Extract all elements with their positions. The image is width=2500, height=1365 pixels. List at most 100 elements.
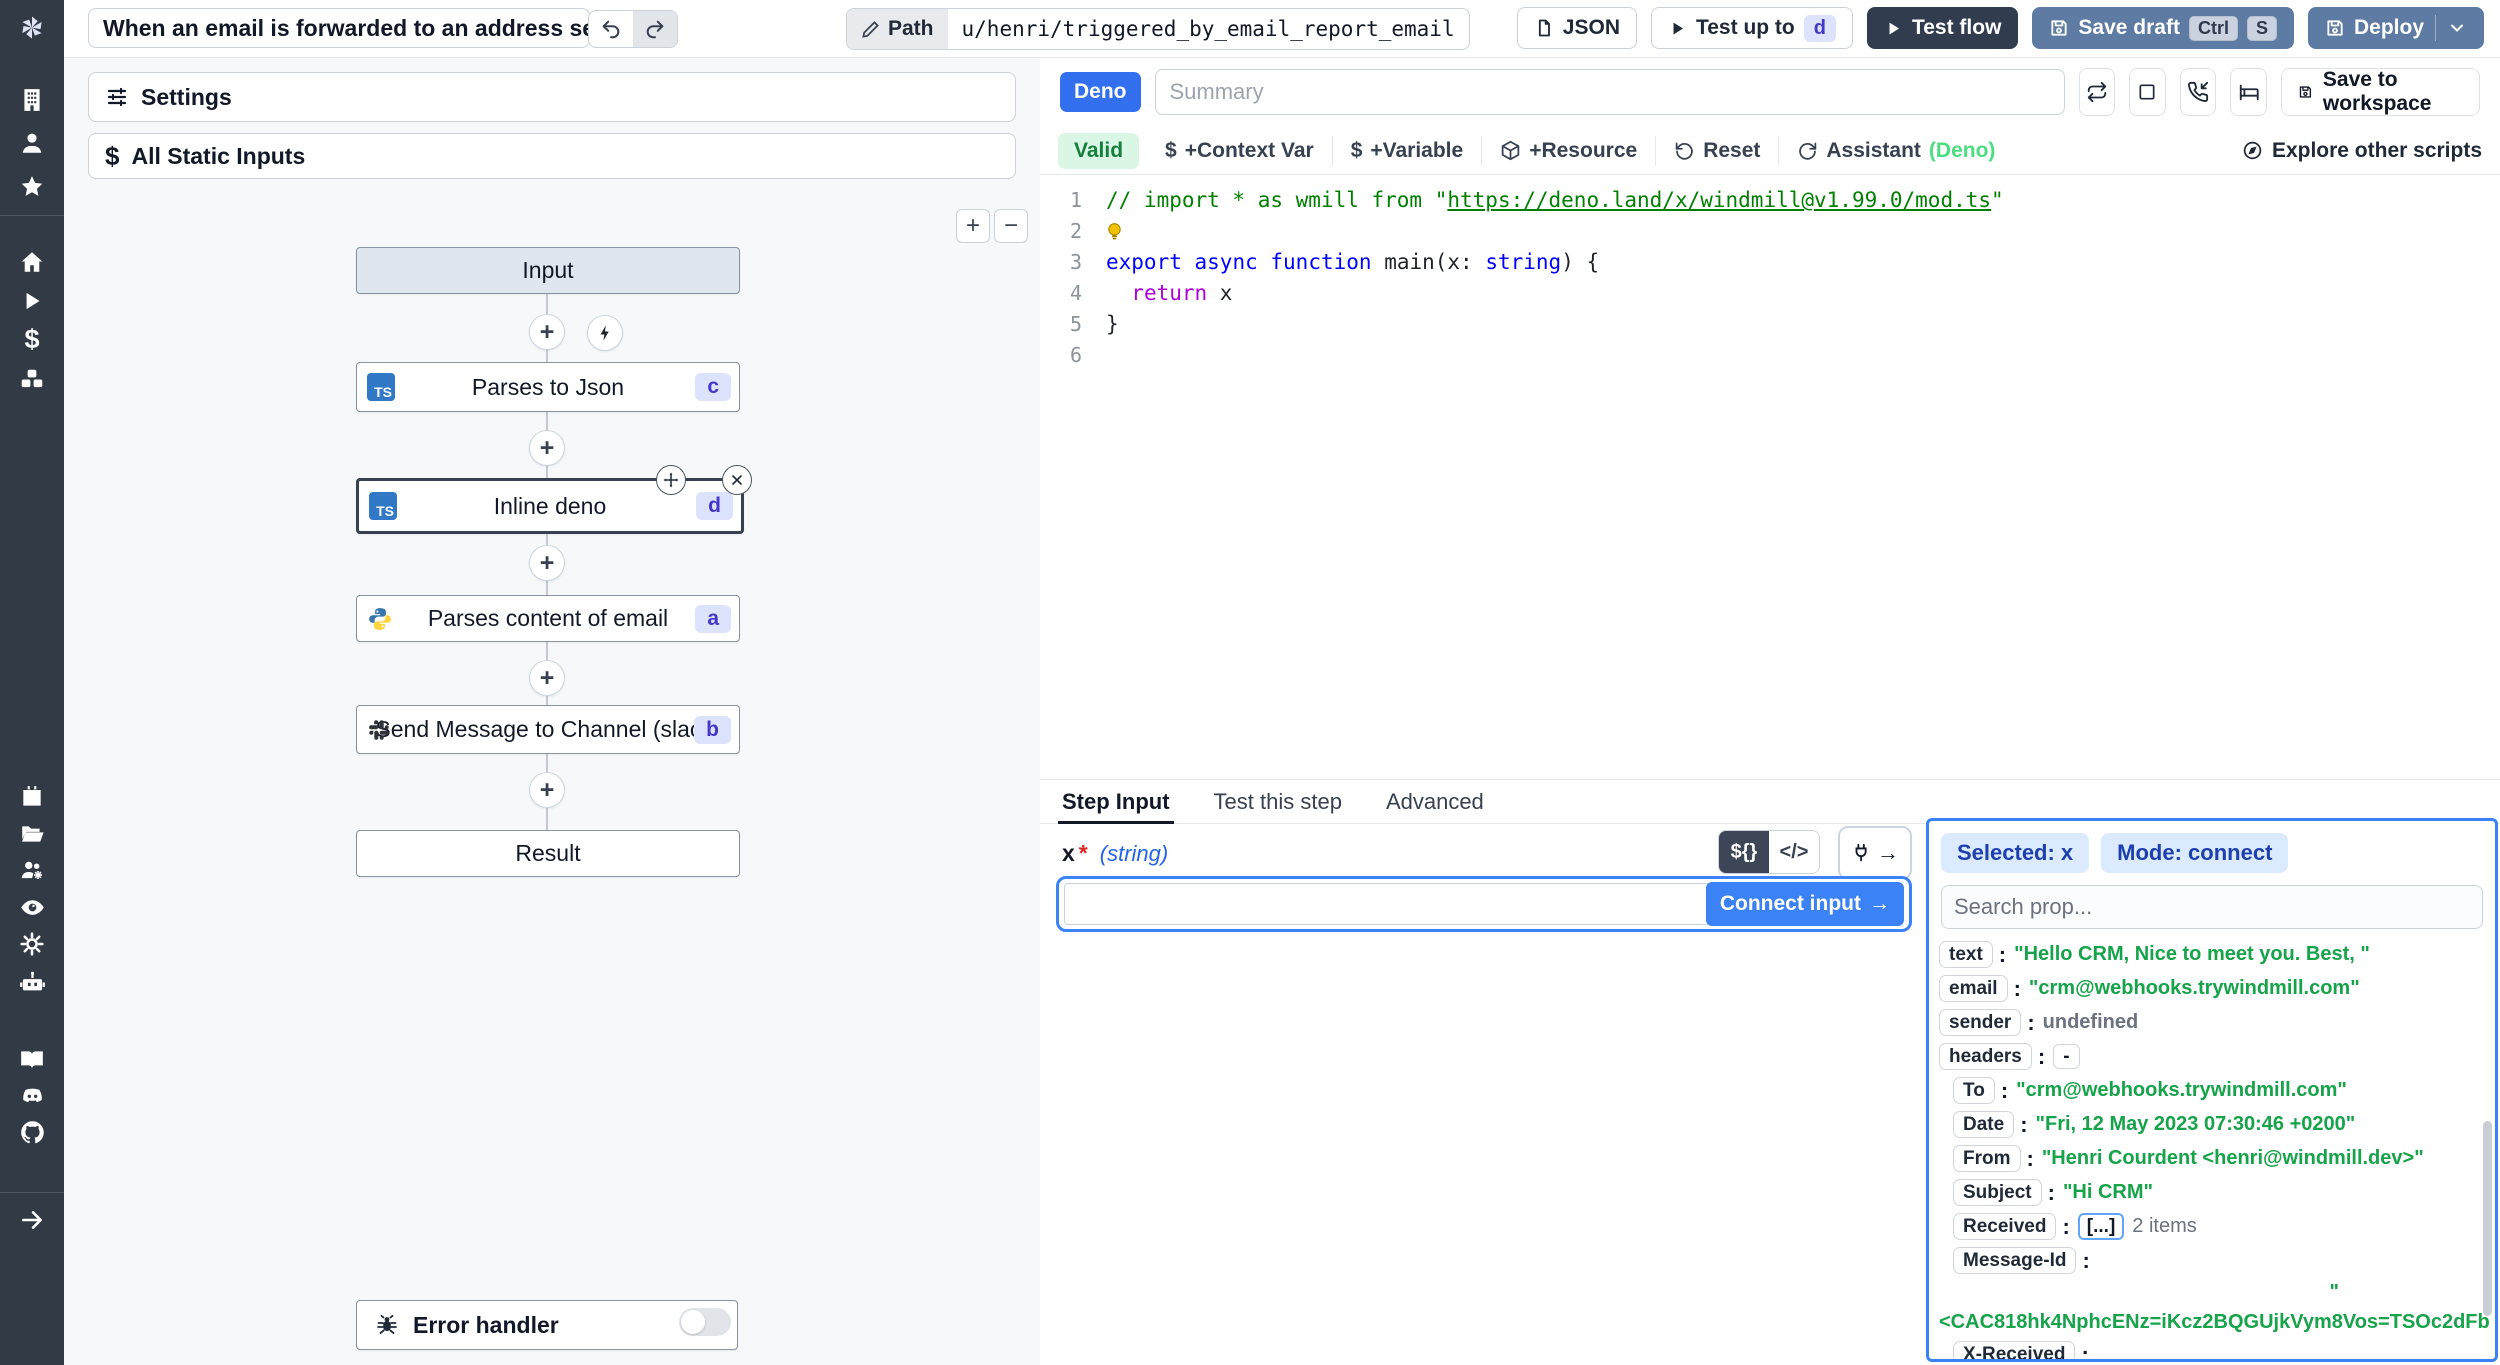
node-send-message-slack[interactable]: Send Message to Channel (slack) b: [356, 705, 740, 754]
prop-key[interactable]: Subject: [1953, 1179, 2042, 1206]
node-parses-content-of-email[interactable]: Parses content of email a: [356, 595, 740, 642]
reset-button[interactable]: Reset: [1655, 135, 1778, 166]
prop-value[interactable]: "Henri Courdent <henri@windmill.dev>": [2042, 1147, 2424, 1170]
prop-key[interactable]: Date: [1953, 1111, 2015, 1138]
connect-plug-button[interactable]: →: [1838, 826, 1912, 880]
assistant-button[interactable]: Assistant (Deno): [1778, 135, 2013, 166]
zoom-out-button[interactable]: −: [994, 209, 1028, 243]
json-button[interactable]: JSON: [1516, 7, 1637, 49]
prop-value[interactable]: "crm@webhooks.trywindmill.com": [2016, 1079, 2347, 1102]
flow-settings-button[interactable]: Settings: [88, 72, 1016, 122]
array-chip[interactable]: [...]: [2077, 1213, 2125, 1240]
prop-row-Subject[interactable]: Subject: "Hi CRM": [1939, 1179, 2489, 1206]
prop-value[interactable]: "Hi CRM": [2063, 1181, 2153, 1204]
add-step-button[interactable]: +: [529, 545, 565, 581]
code-line[interactable]: 2: [1040, 216, 2500, 247]
prop-row-From[interactable]: From: "Henri Courdent <henri@windmill.dev…: [1939, 1145, 2489, 1172]
deploy-button[interactable]: Deploy: [2307, 7, 2484, 49]
prop-key[interactable]: From: [1953, 1145, 2021, 1172]
sidebar-item-discord-icon[interactable]: [0, 1081, 64, 1111]
prop-value-line[interactable]: <CAC818hk4NphcENz=iKcz2BQGUjkVym8Vos=TSO…: [1939, 1311, 2489, 1334]
explore-other-scripts-button[interactable]: Explore other scripts: [2242, 139, 2482, 163]
sidebar-item-github-icon[interactable]: [0, 1117, 64, 1147]
prop-key[interactable]: sender: [1939, 1009, 2022, 1036]
delete-step-button[interactable]: [722, 465, 752, 495]
tab-test-this-step[interactable]: Test this step: [1214, 780, 1342, 823]
prop-row-Received[interactable]: Received: [...] 2 items: [1939, 1213, 2489, 1240]
prop-row-headers[interactable]: headers: -: [1939, 1043, 2489, 1070]
node-input[interactable]: Input: [356, 247, 740, 294]
prop-key[interactable]: X-Received: [1953, 1341, 2076, 1359]
sidebar-item-arrow-right-icon[interactable]: [0, 1205, 64, 1235]
prop-value[interactable]: "Fri, 12 May 2023 07:30:46 +0200": [2036, 1113, 2356, 1136]
prop-key[interactable]: Received: [1953, 1213, 2057, 1240]
prop-value[interactable]: "crm@webhooks.trywindmill.com": [2029, 977, 2360, 1000]
code-editor[interactable]: 1// import * as wmill from "https://deno…: [1040, 175, 2500, 789]
error-handler-toggle[interactable]: [679, 1308, 731, 1336]
prop-row-Date[interactable]: Date: "Fri, 12 May 2023 07:30:46 +0200": [1939, 1111, 2489, 1138]
sidebar-item-home-icon[interactable]: [0, 247, 64, 277]
sidebar-item-bot-icon[interactable]: [0, 967, 64, 997]
sleep-button[interactable]: [2230, 68, 2268, 116]
save-draft-button[interactable]: Save draft Ctrl S: [2032, 7, 2294, 49]
add-context-var-button[interactable]: $ +Context Var: [1147, 136, 1332, 166]
collapse-toggle[interactable]: -: [2053, 1044, 2080, 1069]
sidebar-item-play-icon[interactable]: [0, 286, 64, 316]
node-parses-to-json[interactable]: TS Parses to Json c: [356, 362, 740, 412]
connect-input-button[interactable]: Connect input →: [1705, 882, 1904, 926]
expr-mode-toggle[interactable]: ${} </>: [1718, 830, 1820, 874]
prop-row-To[interactable]: To: "crm@webhooks.trywindmill.com": [1939, 1077, 2489, 1104]
node-result[interactable]: Result: [356, 830, 740, 877]
error-handler-row[interactable]: Error handler: [356, 1300, 738, 1350]
add-step-button[interactable]: +: [529, 660, 565, 696]
prop-key[interactable]: text: [1939, 941, 1993, 968]
trigger-lightning-button[interactable]: [587, 315, 623, 351]
prop-key[interactable]: headers: [1939, 1043, 2032, 1070]
sidebar-item-folder-icon[interactable]: [0, 819, 64, 849]
chevron-down-icon[interactable]: [2447, 18, 2467, 38]
add-step-button[interactable]: +: [529, 430, 565, 466]
prop-key[interactable]: email: [1939, 975, 2008, 1002]
add-variable-button[interactable]: $ +Variable: [1331, 135, 1482, 166]
windmill-logo-icon[interactable]: [0, 0, 64, 57]
sidebar-item-boxes-icon[interactable]: [0, 364, 64, 394]
summary-input[interactable]: Summary: [1154, 69, 2065, 115]
all-static-inputs-button[interactable]: $ All Static Inputs: [88, 133, 1016, 179]
add-step-button[interactable]: +: [529, 314, 565, 350]
prop-key[interactable]: To: [1953, 1077, 1995, 1104]
sidebar-item-eye-icon[interactable]: [0, 892, 64, 922]
redo-button[interactable]: [633, 11, 677, 47]
prop-row-X-Received[interactable]: X-Received:: [1939, 1341, 2489, 1359]
move-step-button[interactable]: [656, 465, 686, 495]
code-line[interactable]: 6: [1040, 340, 2500, 371]
sidebar-item-book-icon[interactable]: [0, 1045, 64, 1075]
sidebar-item-star-icon[interactable]: [0, 172, 64, 202]
sync-button[interactable]: [2078, 68, 2116, 116]
sidebar-item-calendar-icon[interactable]: [0, 782, 64, 812]
undo-button[interactable]: [589, 11, 633, 47]
flow-title-input[interactable]: When an email is forwarded to an address…: [88, 8, 590, 48]
add-resource-button[interactable]: +Resource: [1481, 135, 1655, 166]
test-flow-button[interactable]: Test flow: [1866, 7, 2019, 49]
prop-value[interactable]: "Hello CRM, Nice to meet you. Best, ": [2014, 943, 2370, 966]
scrollbar-thumb[interactable]: [2483, 1121, 2492, 1316]
prop-row-text[interactable]: text: "Hello CRM, Nice to meet you. Best,…: [1939, 941, 2489, 968]
sidebar-item-gear-icon[interactable]: [0, 929, 64, 959]
tab-step-input[interactable]: Step Input: [1058, 780, 1174, 824]
node-inline-deno[interactable]: TS Inline deno d: [356, 478, 744, 534]
search-prop-input[interactable]: Search prop...: [1941, 885, 2483, 929]
sidebar-item-user-icon[interactable]: [0, 128, 64, 158]
prop-row-email[interactable]: email: "crm@webhooks.trywindmill.com": [1939, 975, 2489, 1002]
code-line[interactable]: 4 return x: [1040, 278, 2500, 309]
prop-key[interactable]: Message-Id: [1953, 1247, 2077, 1274]
tab-advanced[interactable]: Advanced: [1386, 780, 1484, 823]
save-to-workspace-button[interactable]: Save to workspace: [2281, 68, 2481, 116]
sidebar-item-users-cog-icon[interactable]: [0, 855, 64, 885]
sidebar-item-dollar-icon[interactable]: $: [0, 324, 64, 354]
webhook-call-button[interactable]: [2179, 68, 2217, 116]
fullscreen-button[interactable]: [2129, 68, 2166, 116]
add-step-button[interactable]: +: [529, 772, 565, 808]
language-badge[interactable]: Deno: [1060, 72, 1141, 112]
prop-row-Message-Id[interactable]: Message-Id:: [1939, 1247, 2489, 1274]
arg-value-input[interactable]: [1064, 883, 1708, 925]
